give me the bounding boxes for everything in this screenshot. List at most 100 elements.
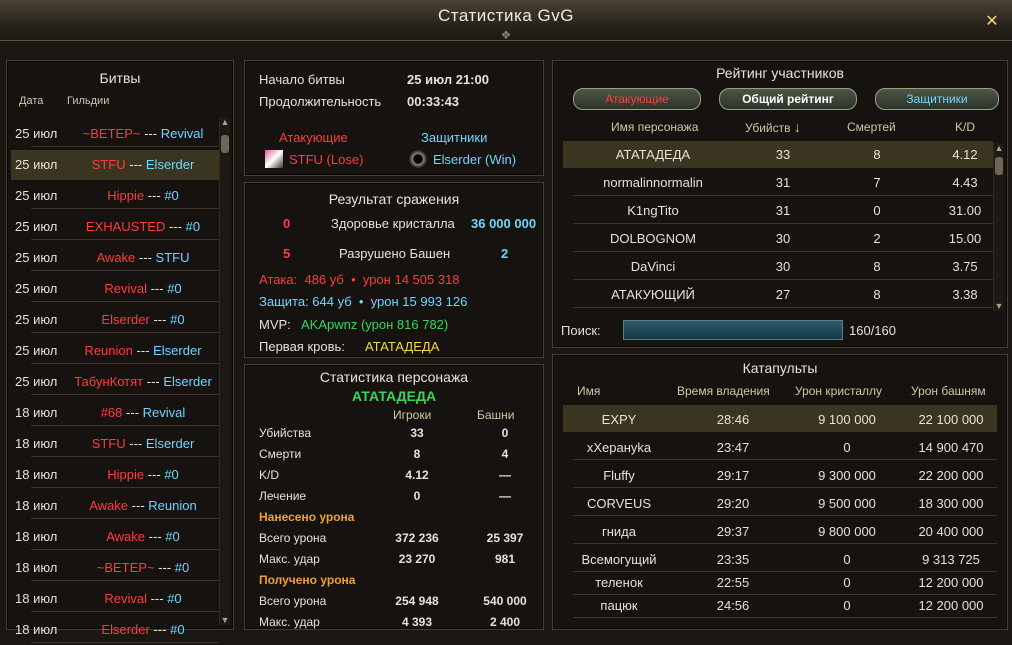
row-divider: [31, 394, 219, 395]
rating-scrollbar[interactable]: ▲ ▼: [993, 143, 1004, 311]
battle-row[interactable]: 25 июл Elserder --- #0: [11, 305, 219, 335]
battle-row[interactable]: 18 июл ~ВЕТЕР~ --- #0: [11, 553, 219, 583]
battle-attacker: EXHAUSTED: [85, 219, 166, 234]
catapult-towers: 14 900 470: [918, 440, 984, 455]
rating-kills: 30: [775, 231, 791, 246]
battle-guilds: Elserder --- #0: [11, 622, 219, 637]
rating-rows: АТАТАДЕДА 33 8 4.12 normalinnormalin 31 7 4.43 K…: [563, 141, 993, 309]
rating-row[interactable]: DOLBOGNOM 30 2 15.00: [563, 225, 993, 252]
battle-defender: STFU: [155, 250, 190, 265]
catapult-row[interactable]: хХерануkа 23:47 0 14 900 470: [563, 433, 997, 460]
rating-row[interactable]: K1ngTito 31 0 31.00: [563, 197, 993, 224]
battle-guilds: ТабунКотят --- Elserder: [11, 374, 219, 389]
battle-sep: ---: [150, 591, 164, 606]
tab-defenders[interactable]: Защитники: [875, 88, 999, 110]
rating-row[interactable]: АТАТАДЕДА 33 8 4.12: [563, 141, 993, 168]
catapult-row[interactable]: EXPY 28:46 9 100 000 22 100 000: [563, 405, 997, 432]
battle-row[interactable]: 25 июл ~ВЕТЕР~ --- Revival: [11, 119, 219, 149]
catapult-row[interactable]: Fluffy 29:17 9 300 000 22 200 000: [563, 461, 997, 488]
battle-attacker: Hippie: [107, 188, 145, 203]
tab-overall[interactable]: Общий рейтинг: [719, 88, 857, 110]
rating-kd: 3.75: [952, 259, 978, 274]
col-kills-header[interactable]: Убийств ↓: [745, 119, 801, 135]
char-name: АТАТАДЕДА: [351, 388, 437, 404]
defender-guild-emblem-icon: [409, 150, 427, 168]
scroll-down-icon[interactable]: ▼: [220, 615, 230, 625]
row-divider: [31, 487, 219, 488]
cat-col-time-header[interactable]: Время владения: [677, 384, 770, 398]
char-stat-label: Всего урона: [259, 531, 327, 545]
mvp-value[interactable]: AKApwnz (урон 816 782): [301, 317, 448, 332]
battle-row[interactable]: 25 июл STFU --- Elserder: [11, 150, 219, 180]
col-guilds-header[interactable]: Гильдии: [67, 95, 109, 107]
catapult-time: 24:56: [716, 598, 750, 613]
row-divider: [573, 251, 993, 252]
mvp-label: MVP:: [259, 317, 291, 332]
cat-col-name-header[interactable]: Имя: [577, 384, 600, 398]
rating-kills: 30: [775, 259, 791, 274]
row-divider: [573, 459, 997, 460]
battle-attacker: ~ВЕТЕР~: [96, 560, 155, 575]
char-stat-towers: 4: [501, 447, 509, 461]
rating-scroll-down-icon[interactable]: ▼: [994, 301, 1004, 311]
battle-row[interactable]: 25 июл Awake --- STFU: [11, 243, 219, 273]
battle-attacker: Revival: [104, 591, 147, 606]
char-stats-row: Лечение 0 —: [245, 486, 543, 506]
battle-attacker: ~ВЕТЕР~: [82, 126, 141, 141]
search-input[interactable]: [623, 320, 843, 340]
rating-scroll-up-icon[interactable]: ▲: [994, 143, 1004, 153]
battle-row[interactable]: 25 июл Hippie --- #0: [11, 181, 219, 211]
battles-scrollbar[interactable]: ▲ ▼: [219, 117, 230, 625]
battle-row[interactable]: 25 июл Reunion --- Elserder: [11, 336, 219, 366]
rating-name: АТАТАДЕДА: [615, 147, 691, 162]
rating-kd: 15.00: [948, 231, 982, 246]
rating-row[interactable]: DaVinci 30 8 3.75: [563, 253, 993, 280]
rating-header: Рейтинг участников: [716, 65, 844, 81]
catapult-towers: 12 200 000: [918, 598, 984, 613]
start-label: Начало битвы: [259, 72, 345, 87]
rating-scroll-thumb[interactable]: [995, 157, 1003, 175]
battle-defender: #0: [165, 529, 180, 544]
battle-defender: Reunion: [148, 498, 197, 513]
rating-row[interactable]: normalinnormalin 31 7 4.43: [563, 169, 993, 196]
rating-row[interactable]: АТАКУЮЩИЙ 27 8 3.38: [563, 281, 993, 308]
battle-row[interactable]: 25 июл ТабунКотят --- Elserder: [11, 367, 219, 397]
catapult-name: Fluffy: [603, 468, 635, 483]
defender-guild: Elserder (Win): [433, 152, 517, 167]
catapult-time: 28:46: [716, 412, 750, 427]
battle-row[interactable]: 25 июл EXHAUSTED --- #0: [11, 212, 219, 242]
char-stats-row: Всего урона 254 948 540 000: [245, 591, 543, 611]
catapult-time: 23:35: [716, 552, 750, 567]
battle-row[interactable]: 25 июл Revival --- #0: [11, 274, 219, 304]
title-bar: Статистика GvG ❖ ✕: [0, 0, 1012, 42]
scroll-thumb[interactable]: [221, 135, 229, 153]
battle-row[interactable]: 18 июл #68 --- Revival: [11, 398, 219, 428]
close-icon[interactable]: ✕: [982, 12, 1002, 32]
char-stat-players: 372 236: [395, 531, 439, 545]
catapult-row[interactable]: CORVEUS 29:20 9 500 000 18 300 000: [563, 489, 997, 516]
catapult-row[interactable]: гнида 29:37 9 800 000 20 400 000: [563, 517, 997, 544]
col-name-header[interactable]: Имя персонажа: [611, 120, 698, 134]
battle-row[interactable]: 18 июл Awake --- #0: [11, 522, 219, 552]
char-stat-label: Макс. удар: [259, 552, 320, 566]
scroll-up-icon[interactable]: ▲: [220, 117, 230, 127]
crystal-value: 36 000 000: [471, 216, 537, 231]
battle-row[interactable]: 18 июл STFU --- Elserder: [11, 429, 219, 459]
battle-attacker: Hippie: [107, 467, 145, 482]
cat-col-towers-header[interactable]: Урон башням: [911, 384, 986, 398]
battle-row[interactable]: 18 июл Hippie --- #0: [11, 460, 219, 490]
catapult-row[interactable]: пацюк 24:56 0 12 200 000: [563, 591, 997, 618]
first-blood-value[interactable]: АТАТАДЕДА: [365, 339, 439, 354]
col-deaths-header[interactable]: Смертей: [847, 120, 896, 134]
tab-attackers[interactable]: Атакующие: [573, 88, 701, 110]
col-date-header[interactable]: Дата: [19, 95, 43, 107]
battle-guilds: Elserder --- #0: [11, 312, 219, 327]
col-kd-header[interactable]: K/D: [955, 120, 975, 134]
battle-attacker: STFU: [91, 157, 126, 172]
battle-row[interactable]: 18 июл Revival --- #0: [11, 584, 219, 614]
row-divider: [31, 146, 219, 147]
battle-row[interactable]: 18 июл Awake --- Reunion: [11, 491, 219, 521]
first-blood-label: Первая кровь:: [259, 339, 345, 354]
cat-col-crystal-header[interactable]: Урон кристаллу: [795, 384, 882, 398]
battle-row[interactable]: 18 июл Elserder --- #0: [11, 615, 219, 645]
